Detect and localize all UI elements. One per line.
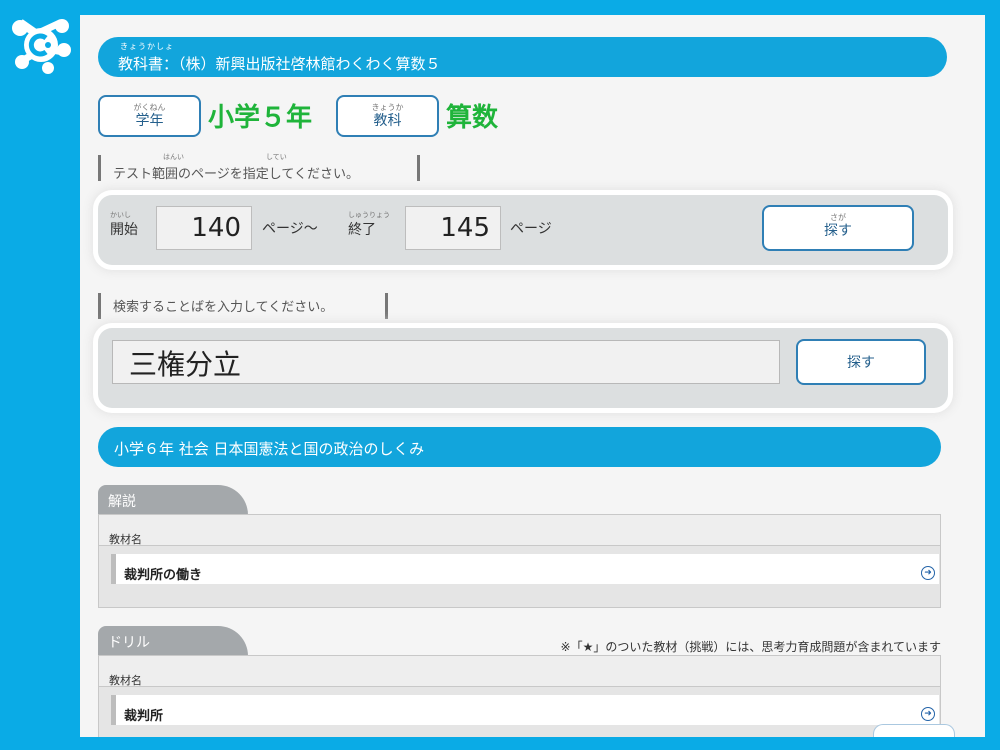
tab-drill-label: ドリル	[108, 635, 150, 651]
drill-item[interactable]: 裁判所 ➜	[111, 695, 939, 725]
subject-button-furigana: きょうか	[371, 103, 404, 112]
keyword-box: 三権分立 探す	[98, 328, 948, 408]
grade-button[interactable]: がくねん 学年	[98, 95, 201, 137]
subject-button-label: 教科	[373, 113, 402, 129]
textbook-bar: きょうかしょ 教科書：（株）新興出版社啓林館わくわく算数５	[98, 37, 947, 77]
arrow-right-icon[interactable]: ➜	[921, 707, 935, 721]
range-search-button[interactable]: さが 探す	[762, 205, 914, 251]
range-search-label: 探す	[824, 223, 852, 239]
end-furigana: しゅうりょう	[348, 211, 390, 219]
result-bar: 小学６年 社会 日本国憲法と国の政治のしくみ	[98, 427, 941, 467]
logo-icon	[12, 19, 71, 74]
explanation-item-label: 裁判所の働き	[124, 568, 203, 583]
textbook-title: 教科書：（株）新興出版社啓林館わくわく算数５	[118, 55, 441, 73]
explanation-header-label: 教材名	[109, 533, 142, 546]
end-page-input[interactable]: 145	[405, 206, 501, 250]
main-panel: きょうかしょ 教科書：（株）新興出版社啓林館わくわく算数５ がくねん 学年 小学…	[80, 15, 985, 737]
subject-button[interactable]: きょうか 教科	[336, 95, 439, 137]
textbook-furigana: きょうかしょ	[120, 42, 174, 51]
explanation-item[interactable]: 裁判所の働き ➜	[111, 554, 939, 584]
logo-area	[0, 0, 82, 85]
table-row: 裁判所 ➜	[98, 687, 941, 737]
keyword-search-label: 探す	[847, 355, 875, 371]
tab-explanation-label: 解説	[108, 494, 136, 510]
result-title: 小学６年 社会 日本国憲法と国の政治のしくみ	[114, 440, 425, 458]
drill-item-label: 裁判所	[124, 709, 164, 724]
grade-value: 小学５年	[208, 103, 313, 133]
arrow-right-icon[interactable]: ➜	[921, 566, 935, 580]
end-label: 終了	[348, 222, 376, 238]
keyword-label-text: 検索することばを入力してください。	[113, 300, 334, 315]
range-search-furigana: さが	[830, 213, 846, 222]
table-row: 裁判所の働き ➜	[98, 546, 941, 608]
page-separator: ページ～	[262, 221, 318, 237]
keyword-input[interactable]: 三権分立	[112, 340, 780, 384]
grade-button-label: 学年	[135, 113, 164, 129]
start-tag: かいし 開始	[110, 211, 138, 239]
drill-header: 教材名	[98, 655, 941, 687]
start-page-input[interactable]: 140	[156, 206, 252, 250]
drill-note: ※「★」のついた教材（挑戦）には、思考力育成問題が含まれています	[560, 640, 941, 654]
range-box: かいし 開始 140 ページ～ しゅうりょう 終了 145 ページ さが 探す	[98, 195, 948, 265]
tab-explanation[interactable]: 解説	[98, 485, 248, 515]
keyword-section-label: 検索することばを入力してください。	[98, 293, 388, 319]
range-furigana-1: はんい	[163, 153, 184, 161]
explanation-header: 教材名	[98, 514, 941, 546]
range-label-text: テスト範囲のページを指定してください。	[113, 167, 359, 182]
grade-button-furigana: がくねん	[133, 103, 166, 112]
end-tag: しゅうりょう 終了	[348, 211, 390, 239]
range-section-label: はんい してい テスト範囲のページを指定してください。	[98, 153, 420, 182]
range-furigana-2: してい	[266, 153, 287, 161]
drill-header-label: 教材名	[109, 674, 142, 687]
keyword-search-button[interactable]: 探す	[796, 339, 926, 385]
page-unit: ページ	[510, 221, 552, 237]
scroll-top-button[interactable]	[873, 724, 955, 737]
subject-value: 算数	[446, 103, 499, 133]
start-furigana: かいし	[110, 211, 131, 219]
tab-drill[interactable]: ドリル	[98, 626, 248, 656]
start-label: 開始	[110, 222, 138, 238]
